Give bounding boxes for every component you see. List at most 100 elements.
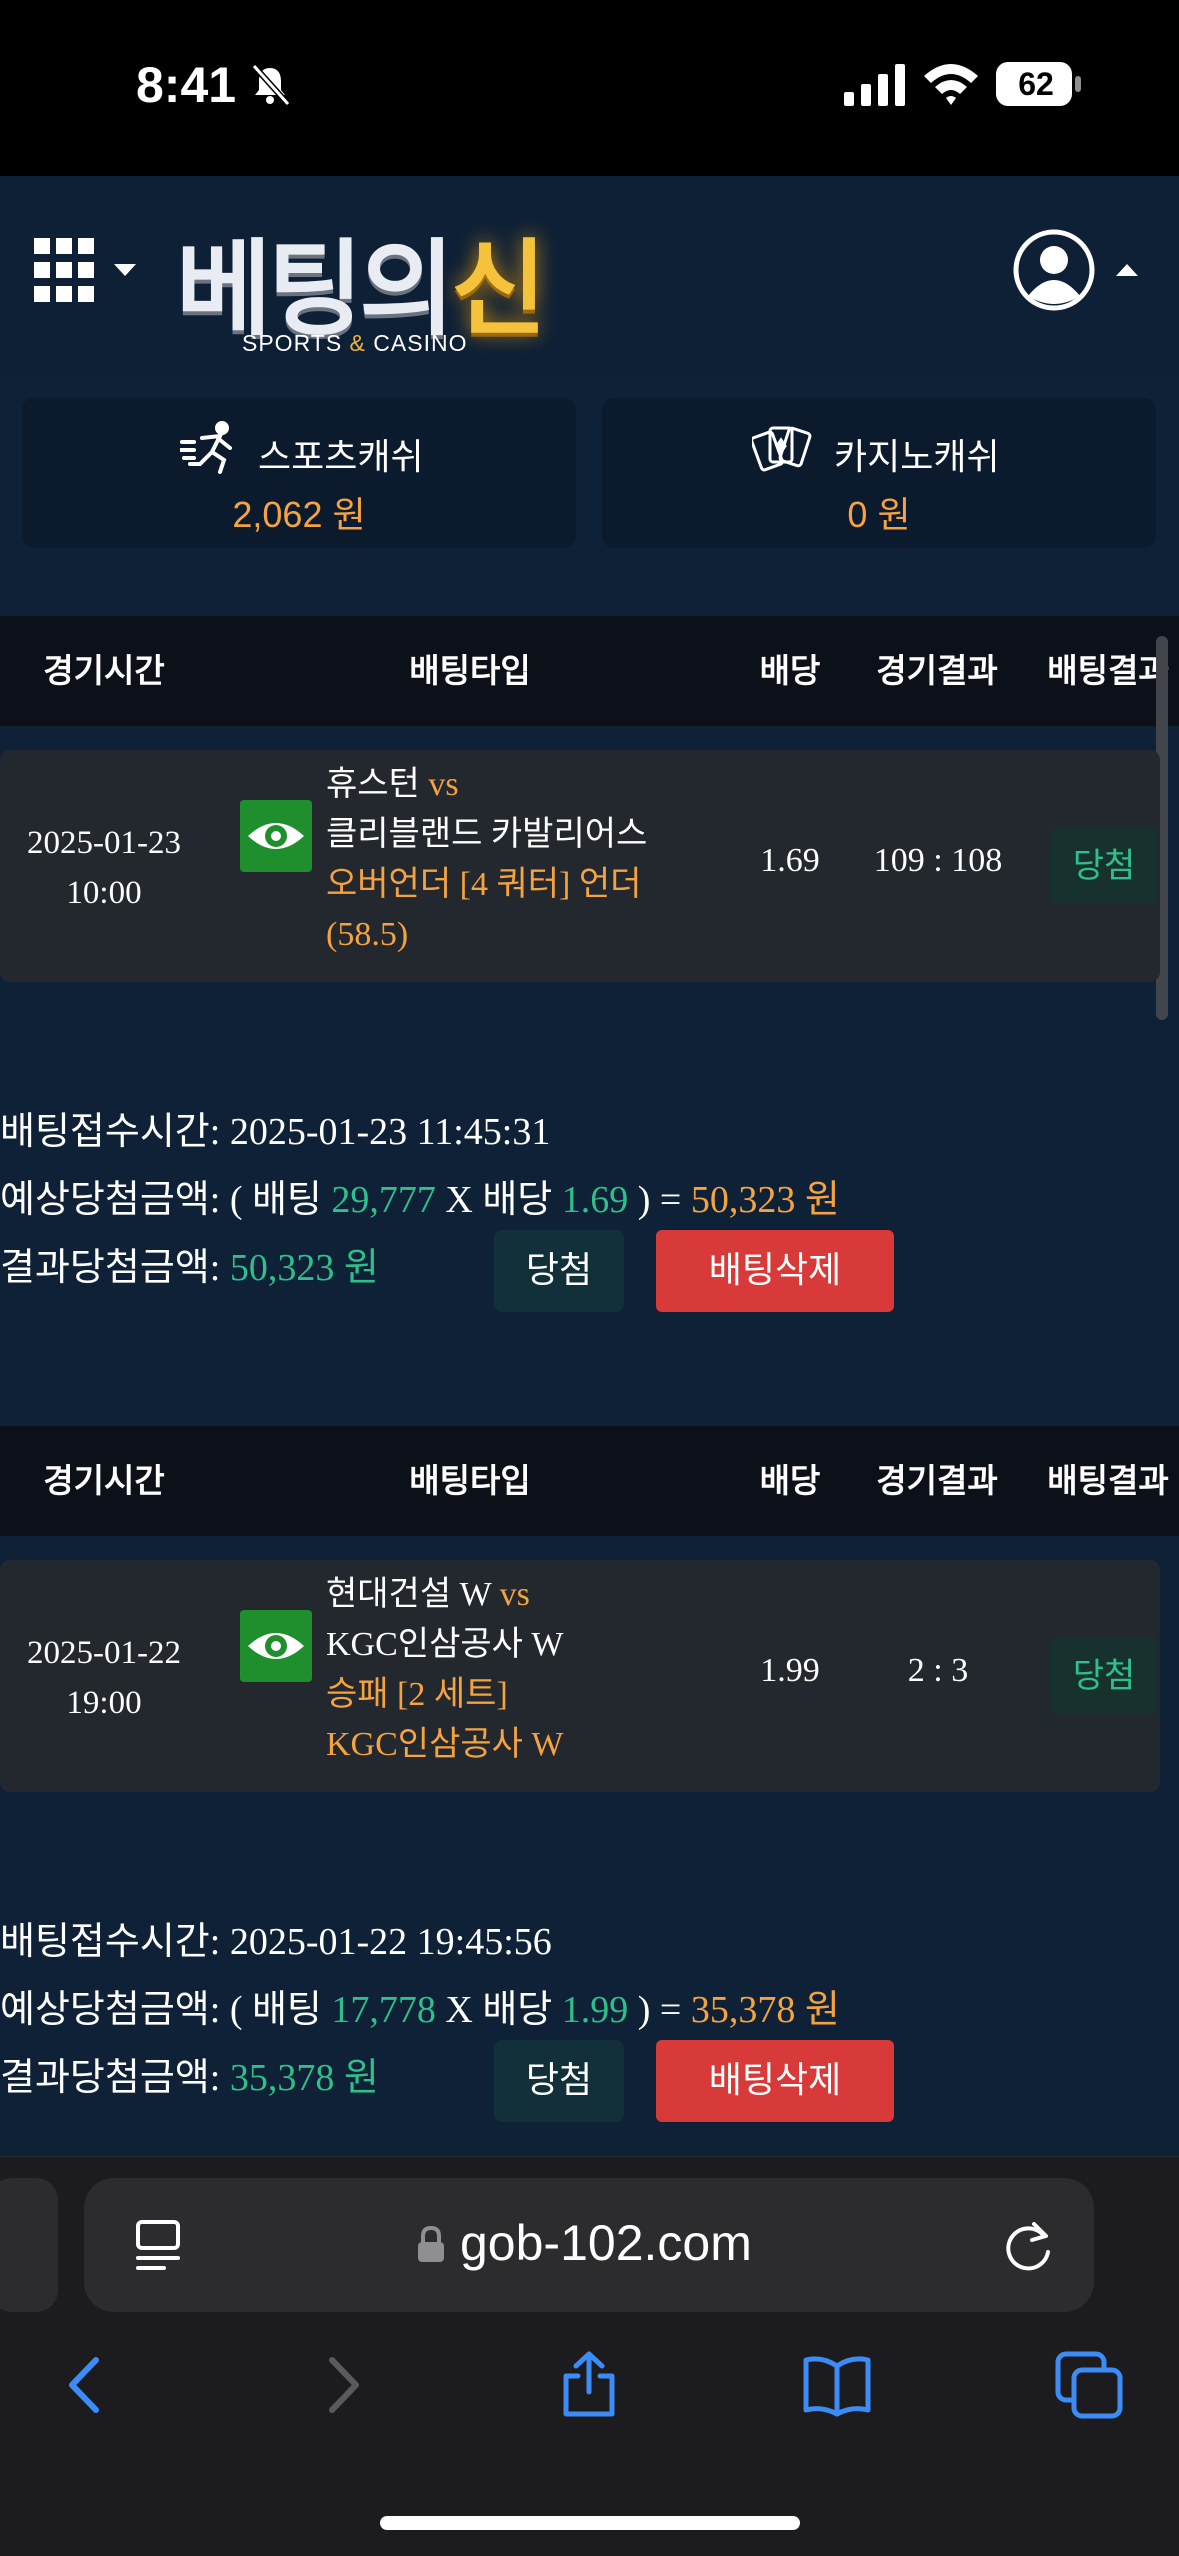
bet-status-badge: 당첨 xyxy=(1050,828,1158,904)
user-account-icon[interactable] xyxy=(1012,228,1138,312)
header-match-result: 경기결과 xyxy=(876,1462,998,1499)
away-team: 클리블랜드 카발리어스 xyxy=(326,816,648,853)
logo-sub-amp: & xyxy=(349,330,366,356)
header-bet-type: 배팅타입 xyxy=(409,1462,531,1499)
status-bar: 8:41 62 xyxy=(0,0,1179,176)
received-label: 배팅접수시간: xyxy=(0,1111,230,1153)
equals-label: ) = xyxy=(628,1179,691,1221)
status-time: 8:41 xyxy=(136,57,237,113)
bet-row: 2025-01-22 19:00 현대건설 W vs KGC인삼공사 W 승패 … xyxy=(0,1560,1160,1792)
header-bet-result: 배팅결과 xyxy=(1047,1462,1169,1499)
delete-bet-button[interactable]: 배팅삭제 xyxy=(656,1230,894,1312)
stake-amount: 29,777 xyxy=(331,1179,436,1221)
win-button[interactable]: 당첨 xyxy=(494,1230,624,1312)
bet-pick: KGC인삼공사 W xyxy=(326,1726,564,1763)
logo-subtitle: SPORTS & CASINO xyxy=(242,330,467,357)
bet-row: 2025-01-23 10:00 휴스턴 vs 클리블랜드 카발리어스 오버언더… xyxy=(0,750,1160,982)
logo-sub-sports: SPORTS xyxy=(242,330,350,356)
previous-tab-preview[interactable] xyxy=(0,2178,58,2312)
bell-off-icon xyxy=(251,63,291,106)
share-icon[interactable] xyxy=(554,2350,624,2420)
delete-bet-button[interactable]: 배팅삭제 xyxy=(656,2040,894,2122)
bet-status-badge: 당첨 xyxy=(1050,1638,1158,1714)
win-button[interactable]: 당첨 xyxy=(494,2040,624,2122)
result-label: 결과당첨금액: xyxy=(0,1247,230,1289)
bet-table-header: 경기시간 배팅타입 배당 경기결과 배팅결과 xyxy=(0,616,1179,726)
match-details: 휴스턴 vs 클리블랜드 카발리어스 오버언더 [4 쿼터] 언더 (58.5) xyxy=(326,760,736,960)
battery-level: 62 xyxy=(1018,66,1054,102)
apps-grid-menu-icon[interactable] xyxy=(34,238,144,304)
away-team: KGC인삼공사 W xyxy=(326,1626,564,1663)
bet-odds: 1.69 xyxy=(760,842,820,879)
expected-payout: 50,323 원 xyxy=(690,1179,840,1221)
received-time: 2025-01-23 11:45:31 xyxy=(229,1111,551,1153)
casino-cash-card[interactable]: 카지노캐쉬 0 원 xyxy=(602,398,1156,548)
received-time: 2025-01-22 19:45:56 xyxy=(229,1921,552,1963)
result-payout-line: 결과당첨금액: 35,378 원 xyxy=(0,2046,379,2101)
result-payout: 35,378 원 xyxy=(229,2057,379,2099)
expected-label: 예상당첨금액: ( 배팅 xyxy=(0,1179,332,1221)
header-odds: 배당 xyxy=(759,652,821,689)
result-label: 결과당첨금액: xyxy=(0,2057,230,2099)
casino-cash-label: 카지노캐쉬 xyxy=(834,436,1000,477)
bet-market: 승패 [2 세트] xyxy=(326,1676,508,1713)
eye-icon[interactable] xyxy=(240,1610,312,1682)
wifi-icon xyxy=(924,64,978,105)
stake-amount: 17,778 xyxy=(331,1989,436,2031)
home-team: 휴스턴 xyxy=(326,766,420,803)
sports-cash-card[interactable]: 스포츠캐쉬 2,062 원 xyxy=(22,398,576,548)
expected-payout: 35,378 원 xyxy=(690,1989,840,2031)
mult-value: 1.69 xyxy=(561,1179,629,1221)
vs-label: vs xyxy=(428,766,459,803)
equals-label: ) = xyxy=(628,1989,691,2031)
result-payout-line: 결과당첨금액: 50,323 원 xyxy=(0,1236,379,1291)
playing-cards-icon xyxy=(752,426,812,472)
reload-icon[interactable] xyxy=(1000,2218,1056,2274)
header-bet-type: 배팅타입 xyxy=(409,652,531,689)
runner-icon xyxy=(180,421,232,474)
mult-value: 1.99 xyxy=(561,1989,629,2031)
header-match-time: 경기시간 xyxy=(43,1462,165,1499)
result-payout: 50,323 원 xyxy=(229,1247,379,1289)
home-team: 현대건설 W xyxy=(326,1576,492,1613)
bet-table-header: 경기시간 배팅타입 배당 경기결과 배팅결과 xyxy=(0,1426,1179,1536)
match-time: 10:00 xyxy=(66,875,142,911)
back-icon[interactable] xyxy=(52,2350,122,2420)
forward-icon[interactable] xyxy=(306,2350,376,2420)
cellular-signal-icon xyxy=(844,64,905,106)
expected-payout-line: 예상당첨금액: ( 배팅 29,777 X 배당 1.69 ) = 50,323… xyxy=(0,1168,840,1223)
casino-cash-amount: 0 원 xyxy=(847,494,911,535)
match-time: 19:00 xyxy=(66,1685,142,1721)
expected-label: 예상당첨금액: ( 배팅 xyxy=(0,1989,332,2031)
match-date: 2025-01-22 xyxy=(27,1635,181,1671)
bet-pick: (58.5) xyxy=(326,916,409,953)
mult-label: X 배당 xyxy=(435,1989,562,2031)
sports-cash-amount: 2,062 원 xyxy=(232,494,366,535)
logo-sub-casino: CASINO xyxy=(365,330,468,356)
received-time-line: 배팅접수시간: 2025-01-23 11:45:31 xyxy=(0,1100,550,1155)
received-time-line: 배팅접수시간: 2025-01-22 19:45:56 xyxy=(0,1910,552,1965)
bet-market: 오버언더 [4 쿼터] 언더 xyxy=(326,866,642,903)
header-match-result: 경기결과 xyxy=(876,652,998,689)
bookmarks-icon[interactable] xyxy=(802,2350,872,2420)
received-label: 배팅접수시간: xyxy=(0,1921,230,1963)
eye-icon[interactable] xyxy=(240,800,312,872)
tabs-icon[interactable] xyxy=(1054,2350,1124,2420)
vs-label: vs xyxy=(499,1576,530,1613)
match-datetime: 2025-01-23 10:00 xyxy=(0,818,208,918)
sports-cash-label: 스포츠캐쉬 xyxy=(258,436,424,477)
page-menu-icon[interactable] xyxy=(134,2218,184,2274)
mult-label: X 배당 xyxy=(435,1179,562,1221)
lock-icon xyxy=(418,2226,444,2262)
header-match-time: 경기시간 xyxy=(43,652,165,689)
url-text[interactable]: gob-102.com xyxy=(460,2214,752,2272)
match-details: 현대건설 W vs KGC인삼공사 W 승패 [2 세트] KGC인삼공사 W xyxy=(326,1570,736,1770)
header-odds: 배당 xyxy=(759,1462,821,1499)
match-datetime: 2025-01-22 19:00 xyxy=(0,1628,208,1728)
expected-payout-line: 예상당첨금액: ( 배팅 17,778 X 배당 1.99 ) = 35,378… xyxy=(0,1978,840,2033)
match-score: 2 : 3 xyxy=(907,1652,969,1689)
match-date: 2025-01-23 xyxy=(27,825,181,861)
match-score: 109 : 108 xyxy=(873,842,1003,879)
home-indicator[interactable] xyxy=(380,2516,800,2530)
bet-odds: 1.99 xyxy=(760,1652,820,1689)
